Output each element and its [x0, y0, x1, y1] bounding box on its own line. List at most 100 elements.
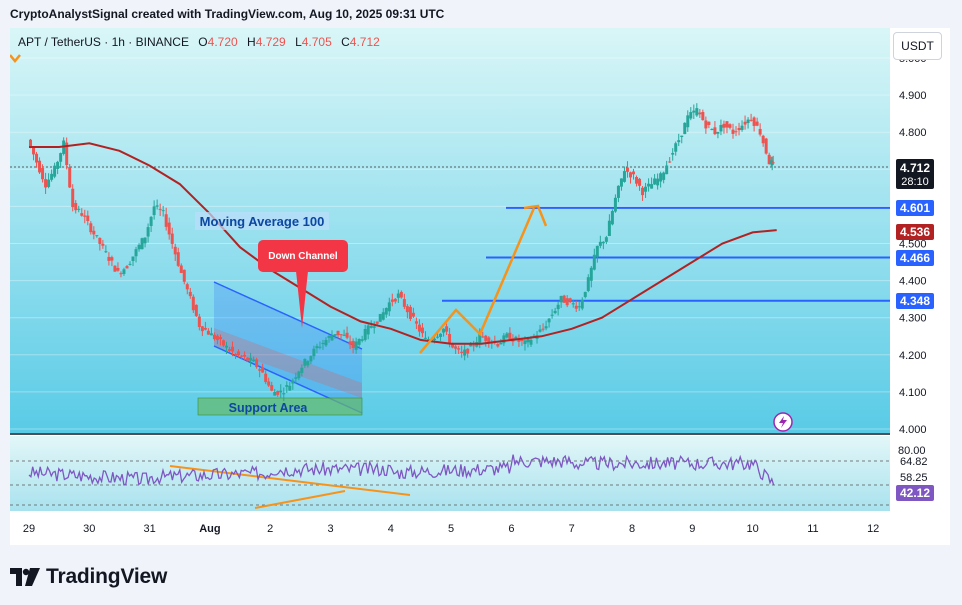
- legend-l-value: 4.705: [302, 35, 332, 49]
- candle-body: [237, 351, 241, 356]
- candle-body: [167, 222, 171, 235]
- candle-body: [698, 112, 702, 115]
- candle-body: [252, 359, 256, 362]
- candle-body: [107, 256, 111, 261]
- candle-body: [71, 188, 75, 208]
- candle-body: [309, 356, 313, 362]
- candle-body: [270, 385, 274, 391]
- legend-c-label: C: [341, 35, 350, 49]
- candle-body: [399, 291, 403, 298]
- candle-body: [231, 346, 235, 352]
- chart-frame[interactable]: 4.0004.1004.2004.3004.4004.5004.6004.700…: [9, 28, 950, 545]
- candle-body: [650, 184, 654, 189]
- candle-body: [143, 237, 147, 244]
- candle-body: [333, 334, 337, 336]
- candle-body: [282, 393, 286, 395]
- candle-body: [146, 227, 150, 237]
- candle-body: [622, 171, 626, 182]
- candle-body: [59, 153, 63, 162]
- candle-body: [755, 121, 759, 126]
- candle-body: [653, 178, 657, 185]
- candle-body: [381, 312, 385, 320]
- candle-body: [635, 177, 639, 184]
- candle-body: [544, 326, 548, 329]
- candle-body: [613, 197, 617, 212]
- level-badge-2-value: 4.466: [900, 251, 930, 265]
- candle-body: [369, 325, 373, 328]
- candle-body: [303, 358, 307, 366]
- candle-body: [300, 367, 304, 373]
- candle-body: [523, 340, 527, 345]
- candle-body: [454, 346, 458, 349]
- candle-body: [191, 296, 195, 311]
- candle-body: [375, 321, 379, 324]
- candle-body: [641, 187, 645, 196]
- candle-body: [695, 108, 699, 116]
- candle-body: [336, 330, 340, 336]
- candle-body: [625, 167, 629, 172]
- candle-body: [562, 295, 566, 303]
- candle-body: [44, 179, 48, 188]
- legend-symbol: APT / TetherUS · 1h · BINANCE: [18, 35, 189, 49]
- candle-body: [589, 267, 593, 281]
- candle-body: [288, 385, 292, 391]
- price-tick-label: 4.900: [899, 90, 927, 102]
- candle-body: [306, 361, 310, 366]
- price-tick-label: 4.400: [899, 276, 927, 288]
- support-area-label: Support Area: [229, 401, 309, 415]
- candle-body: [601, 241, 605, 244]
- candle-body: [565, 298, 569, 306]
- candle-body: [529, 339, 533, 345]
- candle-body: [719, 124, 723, 132]
- legend-h-value: 4.729: [256, 35, 286, 49]
- candle-body: [197, 316, 201, 327]
- candle-body: [484, 335, 488, 342]
- time-tick-label: 3: [327, 523, 333, 535]
- candle-body: [176, 252, 180, 266]
- tradingview-logo[interactable]: TradingView: [10, 563, 167, 591]
- ma-badge: 4.536: [896, 224, 934, 240]
- candle-body: [221, 340, 225, 346]
- time-tick-label: 7: [569, 523, 575, 535]
- candle-body: [324, 339, 328, 346]
- candle-body: [215, 335, 219, 341]
- chart-svg[interactable]: 4.0004.1004.2004.3004.4004.5004.6004.700…: [9, 28, 950, 545]
- candle-body: [158, 208, 162, 210]
- candle-body: [285, 385, 289, 387]
- candle-body: [481, 336, 485, 338]
- candle-body: [692, 110, 696, 113]
- time-tick-label: 10: [746, 523, 758, 535]
- candle-body: [677, 140, 681, 143]
- candle-body: [740, 125, 744, 130]
- candle-body: [276, 391, 280, 395]
- candle-body: [179, 265, 183, 273]
- candle-body: [137, 244, 141, 250]
- candle-body: [442, 328, 446, 333]
- candle-body: [496, 343, 500, 347]
- candle-body: [279, 390, 283, 393]
- candle-body: [556, 304, 560, 310]
- time-tick-label: 8: [629, 523, 635, 535]
- candle-body: [125, 266, 129, 269]
- candle-countdown: 28:10: [901, 176, 929, 188]
- symbol-legend[interactable]: APT / TetherUS · 1h · BINANCE O4.720 H4.…: [18, 35, 380, 49]
- candle-body: [122, 269, 126, 274]
- candle-body: [571, 303, 575, 305]
- candle-body: [710, 128, 714, 130]
- candle-body: [152, 206, 156, 216]
- candle-body: [662, 172, 666, 180]
- candle-body: [345, 332, 349, 338]
- candle-body: [35, 153, 39, 163]
- candle-body: [50, 173, 54, 180]
- candle-body: [439, 333, 443, 337]
- candle-body: [405, 306, 409, 313]
- candle-body: [98, 237, 102, 244]
- candle-body: [743, 121, 747, 125]
- rsi-mid-value: 58.25: [900, 472, 928, 484]
- currency-unit-button[interactable]: USDT: [893, 32, 942, 60]
- candle-body: [297, 371, 301, 379]
- candle-body: [553, 310, 557, 314]
- candle-body: [348, 341, 352, 345]
- candle-body: [321, 342, 325, 345]
- candle-body: [725, 121, 729, 128]
